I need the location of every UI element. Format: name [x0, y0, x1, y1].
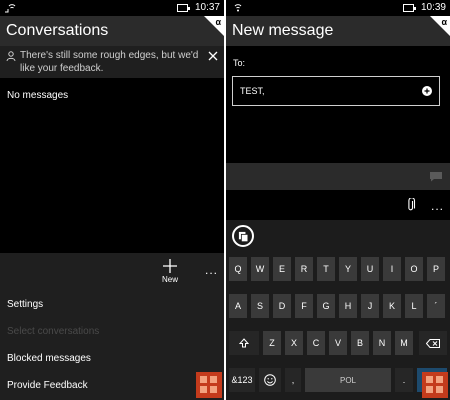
- onscreen-keyboard: QWERTYUIOP A S D F G H J K L ´ ZXCVBNM &123 , POL…: [226, 220, 450, 400]
- key-´[interactable]: ´: [427, 294, 445, 318]
- key-b[interactable]: B: [351, 331, 369, 355]
- shift-key[interactable]: [229, 331, 259, 355]
- recipient-section: To: TEST,: [226, 46, 450, 163]
- key-d[interactable]: D: [273, 294, 291, 318]
- new-button-label: New: [161, 275, 178, 284]
- battery-icon: [177, 4, 190, 12]
- key-l[interactable]: L: [405, 294, 423, 318]
- message-input[interactable]: [226, 163, 450, 190]
- comma-key[interactable]: ,: [285, 368, 301, 392]
- key-o[interactable]: O: [405, 257, 423, 281]
- key-q[interactable]: Q: [229, 257, 247, 281]
- conversations-screen: 10:37 Conversations α There's still some…: [0, 0, 224, 400]
- status-bar: 10:37: [0, 0, 224, 16]
- new-conversation-button[interactable]: New: [158, 259, 182, 284]
- menu-item-select-conversations: Select conversations: [7, 326, 100, 337]
- smiley-icon: [264, 374, 276, 386]
- key-t[interactable]: T: [317, 257, 335, 281]
- key-c[interactable]: C: [307, 331, 325, 355]
- key-s[interactable]: S: [251, 294, 269, 318]
- shift-arrow-icon: [239, 338, 249, 348]
- backspace-icon: [426, 338, 440, 348]
- clipboard-icon[interactable]: [232, 225, 254, 247]
- send-icon[interactable]: [429, 171, 443, 182]
- alpha-badge-label: α: [441, 17, 447, 27]
- attach-icon[interactable]: [406, 198, 416, 212]
- key-f[interactable]: F: [295, 294, 313, 318]
- key-e[interactable]: E: [273, 257, 291, 281]
- emoji-key[interactable]: [259, 368, 281, 392]
- recipient-value: TEST,: [240, 86, 265, 96]
- key-p[interactable]: P: [427, 257, 445, 281]
- keyboard-prediction-bar: [226, 220, 450, 252]
- key-n[interactable]: N: [373, 331, 391, 355]
- key-i[interactable]: I: [383, 257, 401, 281]
- space-key-language: POL: [339, 375, 356, 385]
- to-label: To:: [233, 58, 246, 68]
- key-a[interactable]: A: [229, 294, 247, 318]
- key-g[interactable]: G: [317, 294, 335, 318]
- key-y[interactable]: Y: [339, 257, 357, 281]
- menu-item-blocked-messages[interactable]: Blocked messages: [7, 353, 91, 364]
- more-options-button[interactable]: ...: [431, 199, 444, 213]
- feedback-notice: There's still some rough edges, but we'd…: [0, 46, 224, 78]
- status-bar: 10:39: [226, 0, 450, 16]
- recipient-input[interactable]: TEST,: [232, 76, 440, 106]
- key-w[interactable]: W: [251, 257, 269, 281]
- watermark-logo: [422, 372, 448, 398]
- plus-icon: [163, 259, 177, 273]
- close-icon[interactable]: [208, 51, 218, 61]
- key-r[interactable]: R: [295, 257, 313, 281]
- key-j[interactable]: J: [361, 294, 379, 318]
- space-key[interactable]: POL: [305, 368, 391, 392]
- battery-icon: [403, 4, 416, 12]
- menu-item-provide-feedback[interactable]: Provide Feedback: [7, 380, 88, 391]
- numbers-key[interactable]: &123: [229, 368, 255, 392]
- period-key[interactable]: .: [395, 368, 413, 392]
- key-v[interactable]: V: [329, 331, 347, 355]
- add-recipient-icon[interactable]: [422, 86, 432, 96]
- menu-item-settings[interactable]: Settings: [7, 299, 43, 310]
- new-message-screen: 10:39 New message α To: TEST, ... Q W E …: [226, 0, 450, 400]
- alpha-badge-label: α: [215, 17, 221, 27]
- backspace-key[interactable]: [419, 331, 447, 355]
- page-title: Conversations: [0, 16, 224, 46]
- signal-icon: [234, 4, 242, 12]
- more-options-button[interactable]: ...: [205, 263, 218, 277]
- key-u[interactable]: U: [361, 257, 379, 281]
- watermark-logo: [196, 372, 222, 398]
- signal-icon: [5, 4, 16, 13]
- notice-text: There's still some rough edges, but we'd…: [20, 50, 199, 74]
- compose-toolbar: ...: [226, 190, 450, 220]
- app-bar: New ... Settings Select conversations Bl…: [0, 253, 224, 400]
- status-time: 10:37: [194, 2, 220, 13]
- key-h[interactable]: H: [339, 294, 357, 318]
- status-time: 10:39: [420, 2, 446, 13]
- key-m[interactable]: M: [395, 331, 413, 355]
- key-k[interactable]: K: [383, 294, 401, 318]
- empty-state-text: No messages: [7, 90, 69, 101]
- person-icon: [6, 51, 16, 61]
- key-z[interactable]: Z: [263, 331, 281, 355]
- page-title: New message: [226, 16, 450, 46]
- alpha-badge: α: [430, 16, 450, 36]
- alpha-badge: α: [204, 16, 224, 36]
- key-x[interactable]: X: [285, 331, 303, 355]
